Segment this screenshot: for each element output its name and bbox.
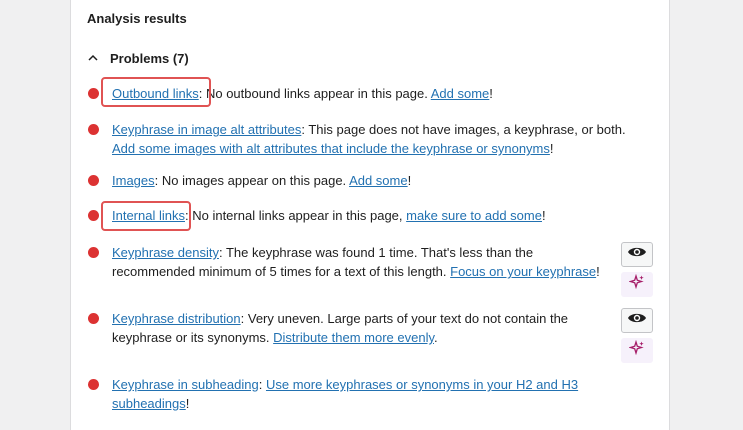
eye-icon [627,245,647,264]
problem-text: Images: No images appear on this page. A… [112,173,412,188]
subheadings-link[interactable]: subheadings [112,396,186,411]
problem-text: Internal links: No internal links appear… [112,208,546,223]
problem-bullet [88,313,99,324]
eye-icon [627,311,647,330]
ai-sparkle-icon [628,339,645,361]
problem-text: Outbound links: No outbound links appear… [112,86,493,101]
problem-bullet [88,175,99,186]
problem-bullet [88,247,99,258]
problem-text: Keyphrase in image alt attributes: This … [112,122,626,156]
problem-text: Keyphrase in subheading: Use more keyphr… [112,377,579,411]
ai-fix-density-button[interactable] [621,272,653,297]
use-more-keyphrases-link[interactable]: Use more keyphrases or synonyms in your … [266,377,578,392]
chevron-up-icon [86,51,100,65]
add-images-alt-link[interactable]: Add some images with alt attributes that… [112,141,550,156]
problem-bullet [88,379,99,390]
problem-bullet [88,124,99,135]
add-outbound-links-link[interactable]: Add some [431,86,490,101]
keyphrase-subheading-link[interactable]: Keyphrase in subheading [112,377,259,392]
problem-bullet [88,210,99,221]
internal-links-link[interactable]: Internal links [112,208,185,223]
add-internal-links-link[interactable]: make sure to add some [406,208,542,223]
ai-fix-distribution-button[interactable] [621,338,653,363]
keyphrase-distribution-link[interactable]: Keyphrase distribution [112,311,241,326]
ai-sparkle-icon [628,273,645,295]
problems-toggle[interactable]: Problems (7) [86,48,189,68]
highlight-density-button[interactable] [621,242,653,267]
analysis-results-heading: Analysis results [87,11,187,26]
keyphrase-density-link[interactable]: Keyphrase density [112,245,219,260]
outbound-links-link[interactable]: Outbound links [112,86,199,101]
images-link[interactable]: Images [112,173,155,188]
problem-bullet [88,88,99,99]
problem-text: Keyphrase density: The keyphrase was fou… [112,245,600,279]
distribute-evenly-link[interactable]: Distribute them more evenly [273,330,434,345]
keyphrase-alt-link[interactable]: Keyphrase in image alt attributes [112,122,301,137]
add-images-link[interactable]: Add some [349,173,408,188]
focus-keyphrase-link[interactable]: Focus on your keyphrase [450,264,596,279]
highlight-distribution-button[interactable] [621,308,653,333]
problems-label: Problems (7) [110,50,189,66]
problem-text: Keyphrase distribution: Very uneven. Lar… [112,311,569,345]
